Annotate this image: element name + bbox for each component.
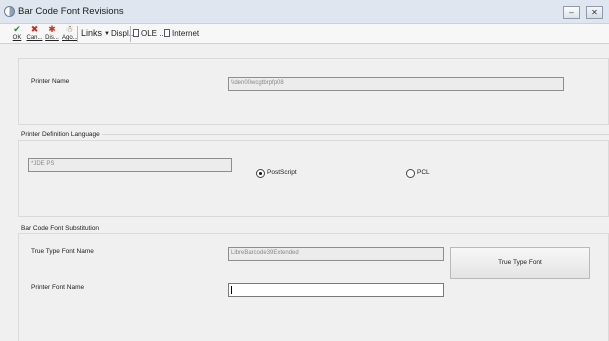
minimize-button[interactable]: ‒ xyxy=(563,6,580,19)
display-link[interactable]: Displ... xyxy=(111,29,135,38)
window-title: Bar Code Font Revisions xyxy=(18,6,124,17)
agent-label: Ago... xyxy=(62,35,78,41)
barcode-section-title: Bar Code Font Substitution xyxy=(21,225,102,232)
close-button[interactable]: ✕ xyxy=(586,6,603,19)
section-divider xyxy=(95,134,609,135)
document-icon xyxy=(133,29,139,37)
printer-name-panel xyxy=(18,58,609,125)
display-button[interactable]: ✱ Dis... xyxy=(44,24,60,44)
pdl-section-title: Printer Definition Language xyxy=(21,131,102,138)
postscript-label: PostScript xyxy=(267,169,297,176)
cancel-button[interactable]: ✖ Can... xyxy=(26,24,43,44)
ole-link[interactable]: OLE ... xyxy=(133,29,166,38)
agent-button[interactable]: ☃ Ago... xyxy=(62,24,78,44)
ok-label: OK xyxy=(12,35,22,41)
printer-font-field[interactable] xyxy=(228,283,444,297)
internet-link-label: Internet xyxy=(172,29,200,38)
display-link-label: Displ... xyxy=(111,29,136,38)
agent-icon: ☃ xyxy=(65,24,74,34)
document-icon xyxy=(164,29,170,37)
toolbar-separator xyxy=(77,26,78,42)
display-label: Dis... xyxy=(45,35,59,41)
title-bar: Bar Code Font Revisions ‒ ✕ xyxy=(0,0,609,24)
pdl-field[interactable]: *JDE PS xyxy=(28,158,232,172)
toolbar-separator xyxy=(130,26,131,42)
printer-name-label: Printer Name xyxy=(31,78,70,85)
ttf-name-field[interactable]: LibreBarcode39Extended xyxy=(228,247,444,261)
radio-selected-dot xyxy=(259,172,262,175)
printer-name-field[interactable]: \\den00wcgtbrpfp08 xyxy=(228,77,564,91)
check-icon: ✔ xyxy=(13,24,21,34)
app-icon xyxy=(4,6,15,17)
pdl-panel xyxy=(18,140,609,217)
true-type-font-button[interactable]: True Type Font xyxy=(450,247,590,279)
toolbar: ✔ OK ✖ Can... ✱ Dis... ☃ Ago... Links ▼ D… xyxy=(0,24,609,44)
chevron-down-icon: ▼ xyxy=(104,31,110,37)
internet-link[interactable]: Internet xyxy=(164,29,199,38)
ole-link-label: OLE ... xyxy=(141,29,166,38)
cancel-label: Can... xyxy=(26,35,43,41)
links-label: Links xyxy=(81,28,103,38)
ttf-name-label: True Type Font Name xyxy=(31,248,94,255)
pcl-label: PCL xyxy=(417,169,430,176)
text-cursor xyxy=(231,286,232,294)
cancel-icon: ✖ xyxy=(30,24,39,34)
printer-font-label: Printer Font Name xyxy=(31,284,85,291)
pcl-radio[interactable] xyxy=(406,169,415,178)
display-icon: ✱ xyxy=(48,24,56,34)
ok-button[interactable]: ✔ OK xyxy=(11,24,23,44)
links-menu[interactable]: Links ▼ xyxy=(81,28,110,38)
postscript-radio[interactable] xyxy=(256,169,265,178)
